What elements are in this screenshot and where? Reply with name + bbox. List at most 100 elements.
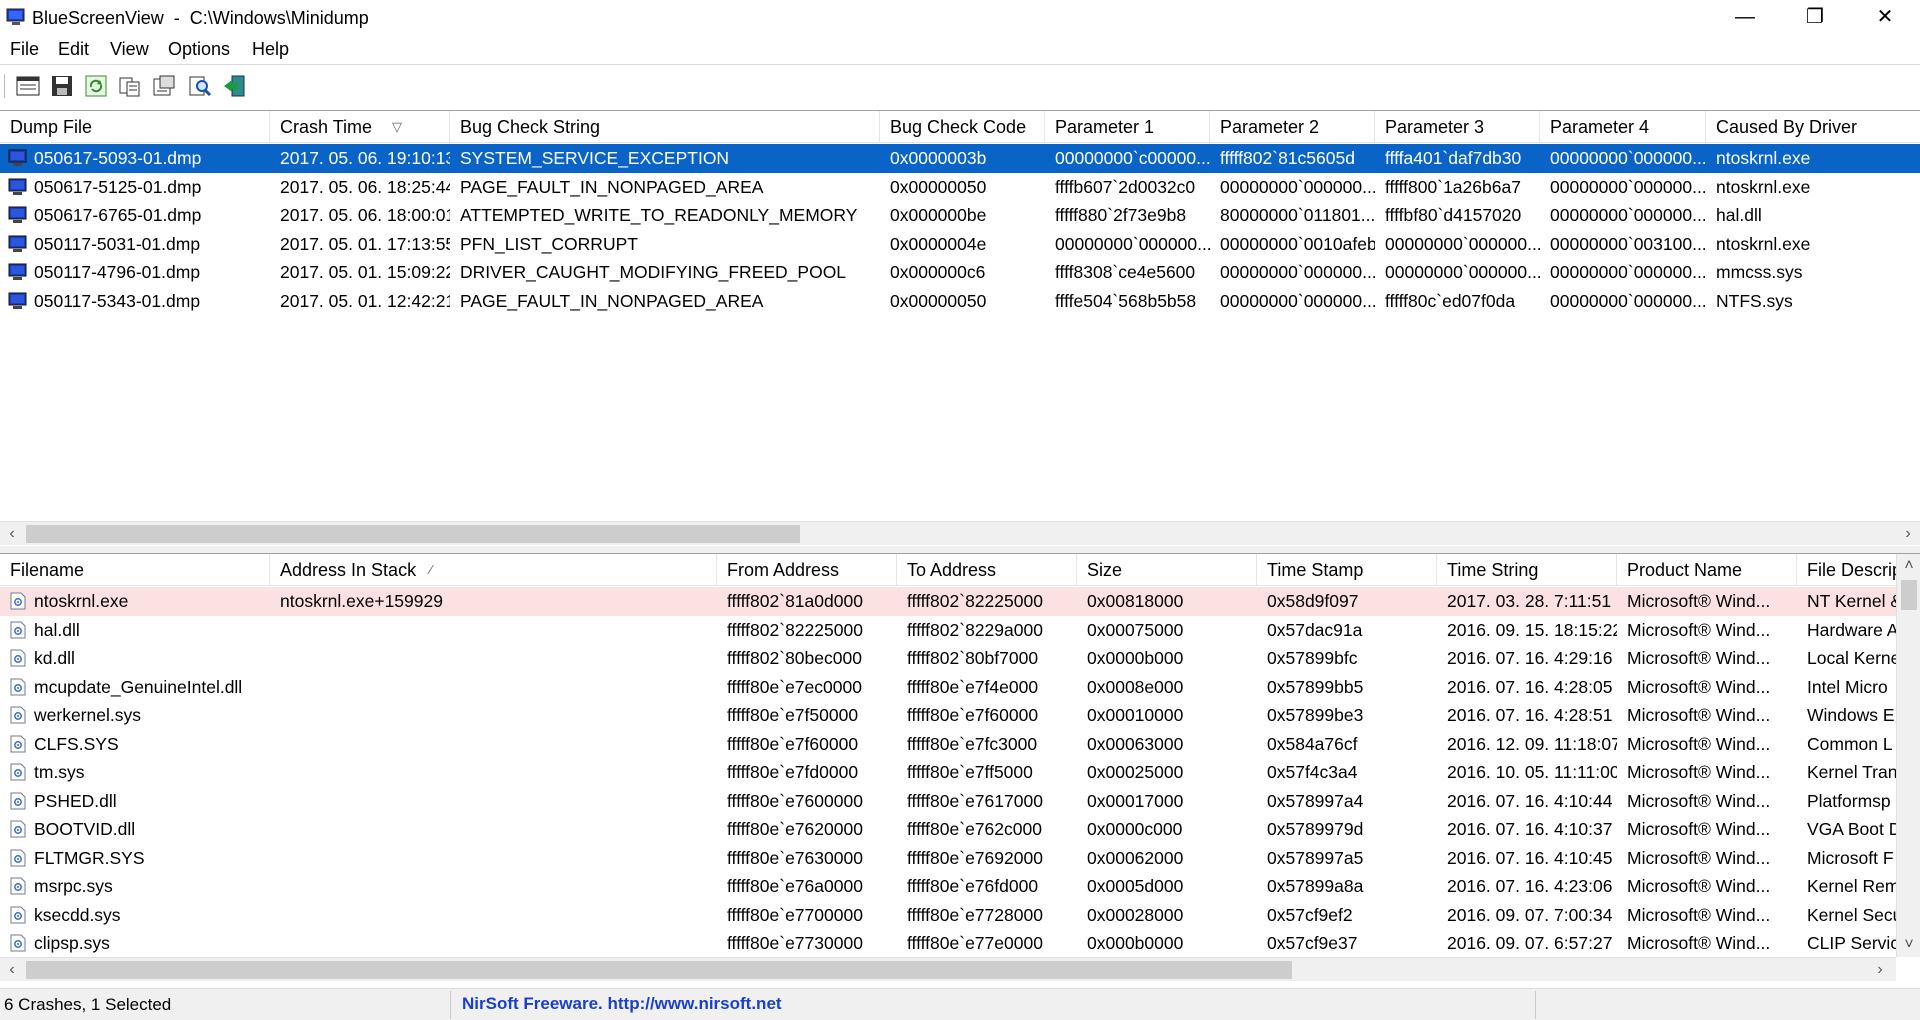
cell-from-address: fffff80e`e7f60000 bbox=[727, 733, 859, 754]
cell-filename: BOOTVID.dll bbox=[34, 819, 136, 839]
cell-from-address: fffff802`80bec000 bbox=[727, 648, 862, 668]
driver-row[interactable]: mcupdate_GenuineIntel.dll fffff80e`e7ec00… bbox=[0, 673, 1896, 702]
scroll-up-icon[interactable]: ˄ bbox=[1897, 554, 1920, 578]
column-bug-check-string[interactable]: Bug Check String bbox=[450, 111, 880, 143]
crash-row[interactable]: 050617-6765-01.dmp 2017. 05. 06. 18:00:01… bbox=[0, 201, 1920, 230]
cell-dump-file: 050117-5031-01.dmp bbox=[34, 233, 201, 254]
crash-row[interactable]: 050117-5031-01.dmp 2017. 05. 01. 17:13:55… bbox=[0, 230, 1920, 259]
nirsoft-link[interactable]: NirSoft Freeware. http://www.nirsoft.net bbox=[462, 994, 782, 1014]
cell-time-string: 2016. 07. 16. 4:29:16 bbox=[1447, 648, 1613, 668]
driver-row[interactable]: BOOTVID.dll fffff80e`e7620000 fffff80e`e76… bbox=[0, 815, 1896, 844]
crash-row[interactable]: 050617-5125-01.dmp 2017. 05. 06. 18:25:44… bbox=[0, 173, 1920, 202]
column-address-in-stack[interactable]: Address In Stack bbox=[270, 554, 717, 586]
crash-list-hscroll-thumb[interactable] bbox=[26, 525, 800, 543]
cell-product-name: Microsoft® Wind... bbox=[1627, 933, 1771, 953]
driver-row[interactable]: werkernel.sys fffff80e`e7f50000 fffff80e`e… bbox=[0, 701, 1896, 730]
driver-list-vscroll-thumb[interactable] bbox=[1901, 580, 1917, 610]
driver-list-vscrollbar[interactable]: ˄ ˅ bbox=[1896, 554, 1920, 957]
scroll-down-icon[interactable]: ˅ bbox=[1897, 933, 1920, 957]
column-caused-by-driver[interactable]: Caused By Driver bbox=[1706, 111, 1920, 143]
scroll-left-icon[interactable]: ‹ bbox=[0, 522, 24, 546]
column-time-string[interactable]: Time String bbox=[1437, 554, 1617, 586]
column-parameter-1[interactable]: Parameter 1 bbox=[1045, 111, 1210, 143]
cell-bug-check-code: 0x0000004e bbox=[890, 233, 987, 254]
crash-row[interactable]: 050617-5093-01.dmp 2017. 05. 06. 19:10:13… bbox=[0, 144, 1920, 173]
cell-time-stamp: 0x578997a5 bbox=[1267, 847, 1364, 868]
html-report-icon[interactable] bbox=[150, 72, 178, 100]
cell-time-stamp: 0x57899a8a bbox=[1267, 876, 1364, 896]
column-parameter-4[interactable]: Parameter 4 bbox=[1540, 111, 1706, 143]
column-file-description[interactable]: File Descrip bbox=[1797, 554, 1896, 586]
properties-window-icon[interactable] bbox=[14, 72, 42, 100]
menu-help[interactable]: Help bbox=[252, 39, 289, 60]
cell-time-string: 2016. 12. 09. 11:18:07 bbox=[1447, 733, 1617, 754]
driver-row[interactable]: msrpc.sys fffff80e`e76a0000 fffff80e`e76fd… bbox=[0, 872, 1896, 901]
cell-to-address: fffff80e`e7728000 bbox=[907, 904, 1043, 925]
cell-from-address: fffff802`81a0d000 bbox=[727, 591, 863, 611]
driver-row[interactable]: kd.dll fffff802`80bec000 fffff802`80bf7000… bbox=[0, 644, 1896, 673]
column-size[interactable]: Size bbox=[1077, 554, 1257, 586]
menu-options[interactable]: Options bbox=[168, 39, 230, 60]
driver-row[interactable]: CLFS.SYS fffff80e`e7f60000 fffff80e`e7fc30… bbox=[0, 730, 1896, 759]
crash-list-hscrollbar[interactable]: ‹ › bbox=[0, 521, 1920, 545]
cell-address-in-stack bbox=[270, 673, 717, 701]
cell-size: 0x0008e000 bbox=[1087, 676, 1184, 697]
cell-crash-time: 2017. 05. 06. 18:25:44 bbox=[280, 176, 450, 197]
exit-icon[interactable] bbox=[220, 72, 248, 100]
cell-time-string: 2016. 07. 16. 4:10:45 bbox=[1447, 847, 1613, 868]
minimize-button[interactable]: — bbox=[1710, 0, 1780, 36]
save-icon[interactable] bbox=[48, 72, 76, 100]
scroll-left-icon[interactable]: ‹ bbox=[0, 958, 24, 982]
cell-filename: ksecdd.sys bbox=[34, 904, 121, 925]
menu-file[interactable]: File bbox=[10, 39, 39, 60]
cell-bug-check-string: PAGE_FAULT_IN_NONPAGED_AREA bbox=[460, 290, 764, 311]
cell-crash-time: 2017. 05. 06. 18:00:01 bbox=[280, 205, 450, 225]
cell-product-name: Microsoft® Wind... bbox=[1627, 676, 1771, 697]
dump-file-icon bbox=[8, 178, 27, 195]
column-bug-check-code[interactable]: Bug Check Code bbox=[880, 111, 1045, 143]
cell-to-address: fffff80e`e77e0000 bbox=[907, 933, 1043, 953]
column-to-address[interactable]: To Address bbox=[897, 554, 1077, 586]
column-time-stamp[interactable]: Time Stamp bbox=[1257, 554, 1437, 586]
driver-list-hscrollbar[interactable]: ‹ › bbox=[0, 957, 1896, 981]
driver-row[interactable]: FLTMGR.SYS fffff80e`e7630000 fffff80e`e769… bbox=[0, 844, 1896, 873]
column-filename[interactable]: Filename bbox=[0, 554, 270, 586]
driver-row[interactable]: hal.dll fffff802`82225000 fffff802`8229a00… bbox=[0, 616, 1896, 645]
scroll-right-icon[interactable]: › bbox=[1868, 958, 1892, 982]
restore-button[interactable]: ❐ bbox=[1780, 0, 1850, 36]
copy-icon[interactable] bbox=[116, 72, 144, 100]
cell-to-address: fffff80e`e7f60000 bbox=[907, 705, 1039, 725]
toolbar bbox=[0, 66, 1920, 106]
window-title: BlueScreenView - C:\Windows\Minidump bbox=[32, 8, 369, 28]
column-crash-time[interactable]: Crash Time bbox=[270, 111, 450, 143]
menu-edit[interactable]: Edit bbox=[58, 39, 89, 60]
cell-filename: mcupdate_GenuineIntel.dll bbox=[34, 676, 243, 697]
find-icon[interactable] bbox=[186, 72, 214, 100]
close-button[interactable]: ✕ bbox=[1850, 0, 1920, 36]
column-parameter-2[interactable]: Parameter 2 bbox=[1210, 111, 1375, 143]
cell-size: 0x000b0000 bbox=[1087, 933, 1184, 953]
column-from-address[interactable]: From Address bbox=[717, 554, 897, 586]
scroll-right-icon[interactable]: › bbox=[1896, 522, 1920, 546]
driver-row[interactable]: ksecdd.sys fffff80e`e7700000 fffff80e`e772… bbox=[0, 901, 1896, 930]
crash-row[interactable]: 050117-5343-01.dmp 2017. 05. 01. 12:42:21… bbox=[0, 287, 1920, 316]
column-parameter-3[interactable]: Parameter 3 bbox=[1375, 111, 1540, 143]
driver-list-hscroll-thumb[interactable] bbox=[26, 961, 1292, 979]
cell-parameter-3: fffff80c`ed07f0da bbox=[1385, 290, 1516, 311]
cell-to-address: fffff802`80bf7000 bbox=[907, 648, 1039, 668]
cell-from-address: fffff80e`e7f50000 bbox=[727, 705, 859, 725]
refresh-icon[interactable] bbox=[82, 72, 110, 100]
column-product-name[interactable]: Product Name bbox=[1617, 554, 1797, 586]
driver-row[interactable]: clipsp.sys fffff80e`e7730000 fffff80e`e77e… bbox=[0, 929, 1896, 958]
driver-file-icon bbox=[10, 592, 26, 610]
crash-row[interactable]: 050117-4796-01.dmp 2017. 05. 01. 15:09:22… bbox=[0, 258, 1920, 287]
column-dump-file[interactable]: Dump File bbox=[0, 111, 270, 143]
cell-size: 0x00062000 bbox=[1087, 847, 1184, 868]
cell-dump-file: 050117-5343-01.dmp bbox=[34, 290, 201, 311]
driver-row[interactable]: PSHED.dll fffff80e`e7600000 fffff80e`e7617… bbox=[0, 787, 1896, 816]
menu-view[interactable]: View bbox=[110, 39, 149, 60]
driver-row[interactable]: ntoskrnl.exe ntoskrnl.exe+159929 fffff802`… bbox=[0, 587, 1896, 616]
cell-bug-check-string: PAGE_FAULT_IN_NONPAGED_AREA bbox=[460, 176, 764, 197]
driver-row[interactable]: tm.sys fffff80e`e7fd0000 fffff80e`e7ff5000… bbox=[0, 758, 1896, 787]
cell-parameter-2: 00000000`000000... bbox=[1220, 176, 1375, 197]
